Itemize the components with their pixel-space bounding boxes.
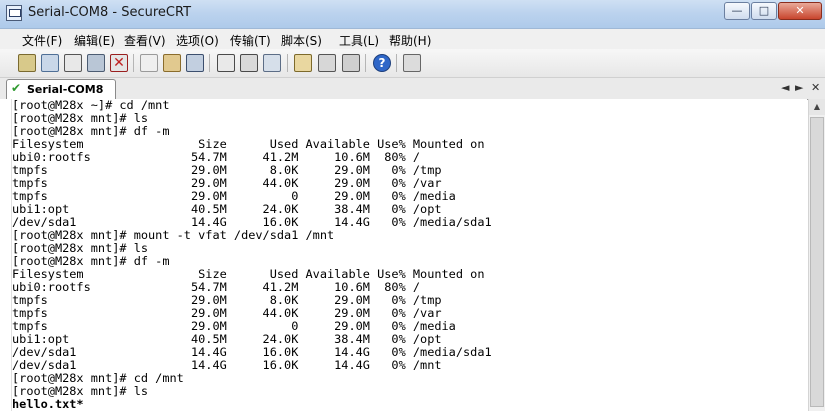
session-options-icon[interactable] — [294, 54, 312, 72]
global-options-icon[interactable] — [318, 54, 336, 72]
tab-label: Serial-COM8 — [27, 83, 104, 96]
scroll-thumb[interactable] — [810, 117, 824, 407]
connect-in-tab-icon[interactable] — [64, 54, 82, 72]
menu-file[interactable]: 文件(F) — [22, 32, 62, 49]
toolbar-separator — [287, 54, 288, 72]
menu-script[interactable]: 脚本(S) — [281, 32, 322, 49]
securecrt-window: Serial-COM8 - SecureCRT — □ ✕ 文件(F) 编辑(E… — [0, 0, 825, 411]
menu-edit[interactable]: 编辑(E) — [74, 32, 115, 49]
copy-icon[interactable] — [140, 54, 158, 72]
menu-transfer[interactable]: 传输(T) — [230, 32, 271, 49]
scroll-up-arrow-icon[interactable]: ▲ — [809, 99, 825, 115]
toolbar-separator — [365, 54, 366, 72]
toolbar-separator — [396, 54, 397, 72]
quick-connect-icon[interactable] — [41, 54, 59, 72]
sftp-icon[interactable] — [263, 54, 281, 72]
tab-serial-com8[interactable]: ✔ Serial-COM8 — [6, 79, 116, 99]
menu-view[interactable]: 查看(V) — [124, 32, 166, 49]
toolbar-separator — [133, 54, 134, 72]
menu-help[interactable]: 帮助(H) — [389, 32, 431, 49]
terminal-left-margin — [0, 99, 12, 411]
tab-close-icon[interactable]: ✕ — [811, 81, 820, 94]
toolbar-separator — [209, 54, 210, 72]
connected-check-icon: ✔ — [11, 81, 22, 95]
keymap-icon[interactable] — [342, 54, 360, 72]
menu-tools[interactable]: 工具(L) — [339, 32, 379, 49]
tab-scroll-right-icon[interactable]: ► — [795, 81, 803, 94]
terminal-output[interactable]: [root@M28x ~]# cd /mnt [root@M28x mnt]# … — [12, 99, 807, 411]
paste-icon[interactable] — [163, 54, 181, 72]
tab-scroll-left-icon[interactable]: ◄ — [781, 81, 789, 94]
maximize-button[interactable]: □ — [751, 2, 777, 20]
about-icon[interactable] — [403, 54, 421, 72]
print-setup-icon[interactable] — [240, 54, 258, 72]
minimize-button[interactable]: — — [724, 2, 750, 20]
window-title: Serial-COM8 - SecureCRT — [28, 5, 192, 20]
print-icon[interactable] — [217, 54, 235, 72]
disconnect-icon[interactable]: ✕ — [110, 54, 128, 72]
terminal-line: [root@M28x mnt]# ls — [12, 384, 149, 398]
help-icon[interactable]: ? — [373, 54, 391, 72]
close-button[interactable]: ✕ — [778, 2, 822, 20]
connect-icon[interactable] — [18, 54, 36, 72]
find-icon[interactable] — [186, 54, 204, 72]
terminal-line: hello.txt* — [12, 397, 84, 411]
terminal-scrollbar[interactable]: ▲ — [808, 99, 825, 411]
menu-bar: 文件(F) 编辑(E) 查看(V) 选项(O) 传输(T) 脚本(S) 工具(L… — [0, 29, 825, 49]
toolbar: ✕ ? — [0, 49, 825, 78]
title-bar[interactable]: Serial-COM8 - SecureCRT — □ ✕ — [0, 0, 825, 29]
session-tab-bar: ✔ Serial-COM8 — [0, 78, 825, 100]
menu-options[interactable]: 选项(O) — [176, 32, 219, 49]
reconnect-icon[interactable] — [87, 54, 105, 72]
securecrt-app-icon[interactable] — [6, 5, 22, 21]
